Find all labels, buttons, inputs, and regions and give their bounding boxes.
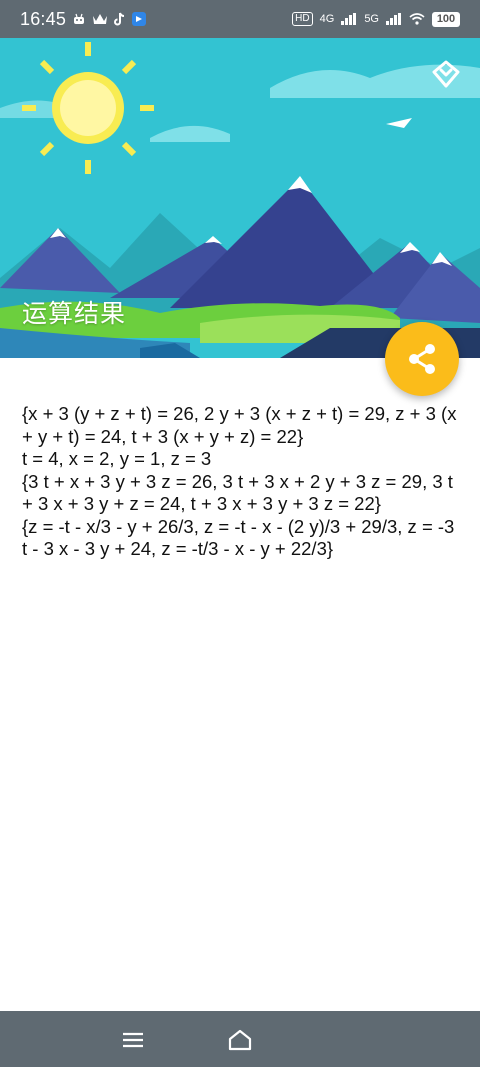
menu-icon xyxy=(123,1032,143,1048)
result-text: {x + 3 (y + z + t) = 26, 2 y + 3 (x + z … xyxy=(22,403,462,561)
result-line: {3 t + x + 3 y + 3 z = 26, 3 t + 3 x + 2… xyxy=(22,470,453,515)
tiktok-icon xyxy=(114,12,125,26)
status-time: 16:45 xyxy=(20,9,67,29)
home-button[interactable] xyxy=(225,1025,255,1055)
crown-icon xyxy=(93,14,107,24)
notification-icons xyxy=(72,10,146,28)
app-badge-icon xyxy=(132,12,146,26)
status-bar: 16:45 HD 4G 5G 100 xyxy=(0,0,480,38)
diamond-chevron-icon[interactable] xyxy=(430,58,462,90)
header-banner: 运算结果 xyxy=(0,38,480,358)
android-robot-icon xyxy=(74,13,84,24)
wifi-icon xyxy=(409,13,425,25)
signal-bars-icon xyxy=(386,13,401,25)
page-title: 运算结果 xyxy=(22,300,127,328)
result-line: {x + 3 (y + z + t) = 26, 2 y + 3 (x + z … xyxy=(22,403,457,447)
navigation-bar xyxy=(0,1011,480,1067)
share-button[interactable] xyxy=(385,322,459,396)
signal-bars-icon xyxy=(341,13,357,25)
result-line: {z = -t - x/3 - y + 26/3, z = -t - x - (… xyxy=(22,515,455,560)
signal-5g-label: 5G xyxy=(364,13,379,25)
home-icon xyxy=(228,1029,252,1051)
battery-indicator: 100 xyxy=(432,11,460,27)
signal-4g-label: 4G xyxy=(319,13,335,25)
result-line: t = 4, x = 2, y = 1, z = 3 xyxy=(22,448,212,469)
share-icon xyxy=(409,344,435,374)
menu-button[interactable] xyxy=(118,1025,148,1055)
system-indicators: HD 4G 5G 100 xyxy=(292,10,460,28)
hd-badge: HD xyxy=(292,12,313,26)
